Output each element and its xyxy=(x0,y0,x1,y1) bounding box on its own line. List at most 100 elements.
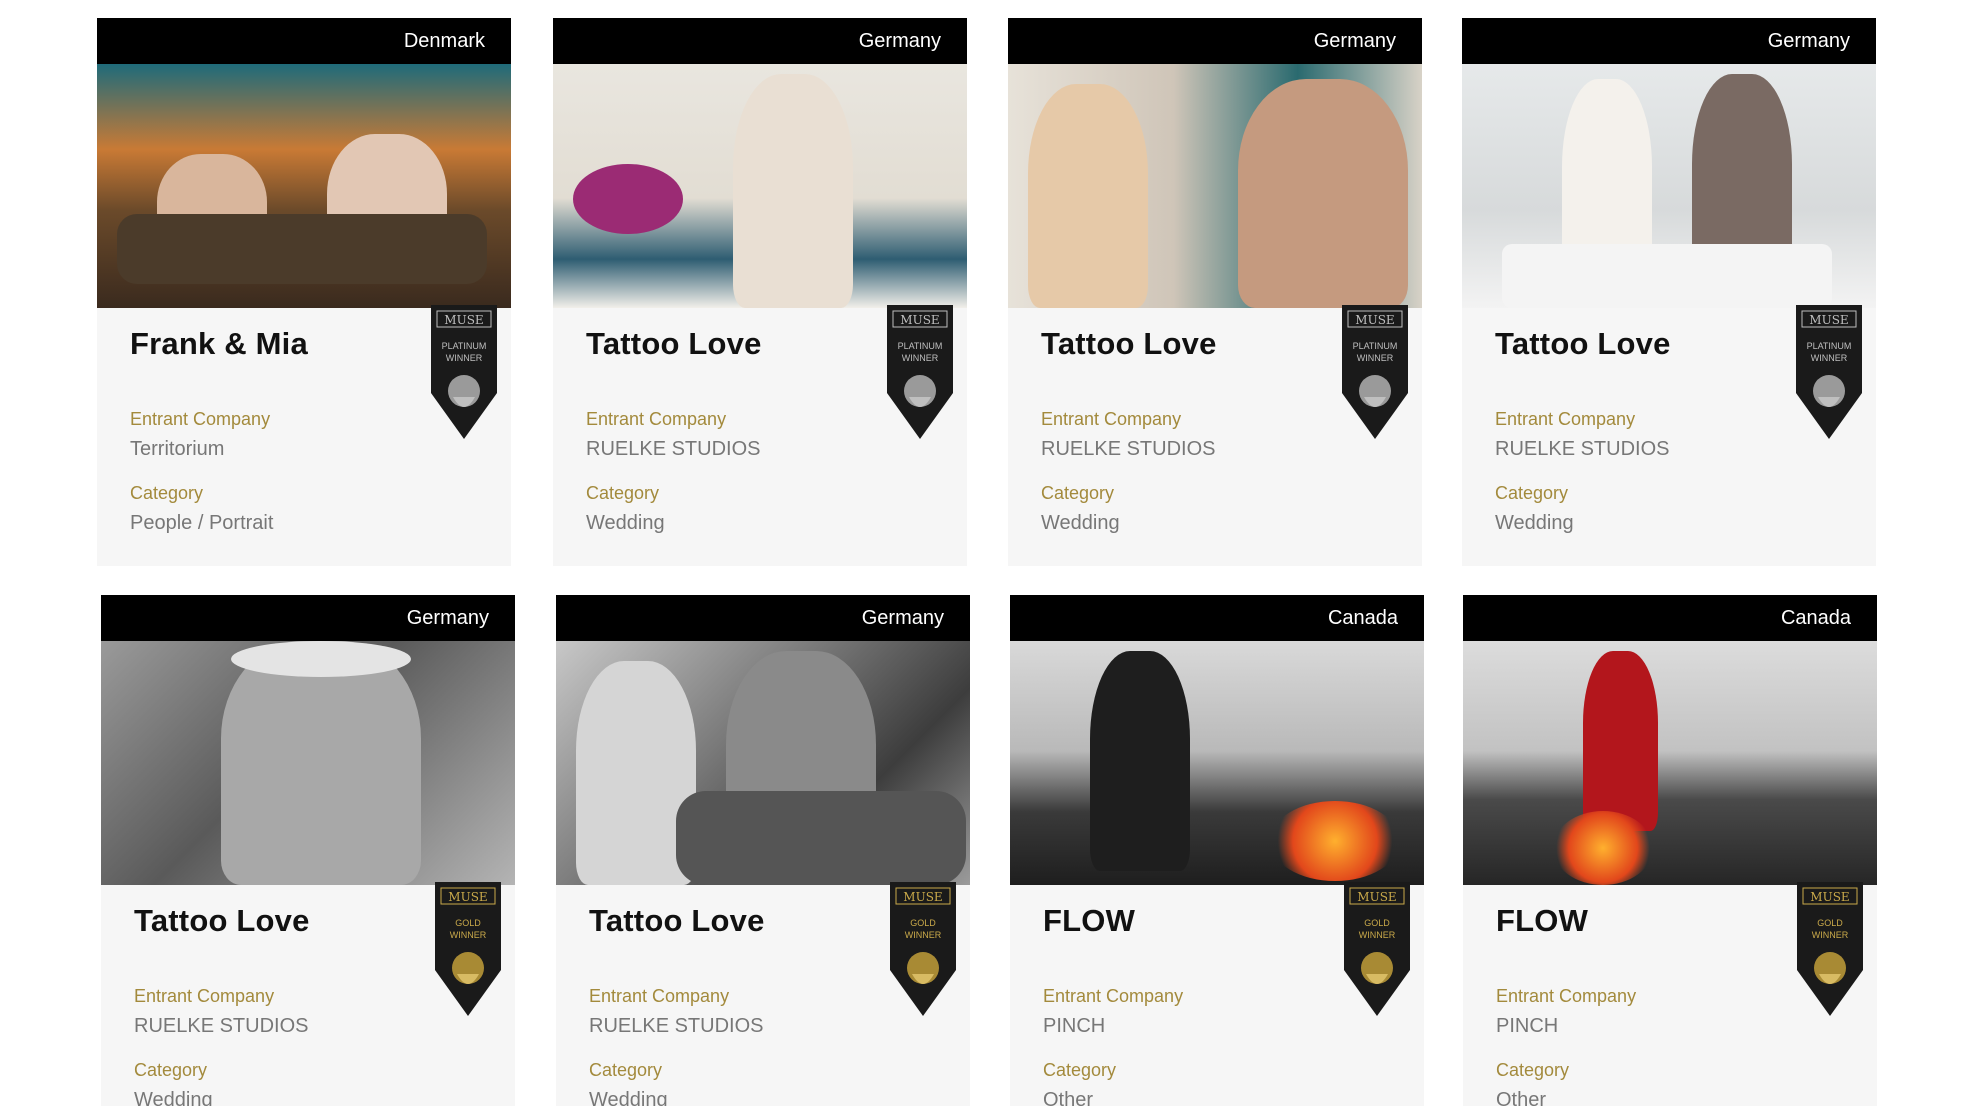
badge-line1: PLATINUM xyxy=(1807,341,1852,351)
country-label: Germany xyxy=(1767,29,1850,52)
badge-brand: MUSE xyxy=(448,890,487,904)
country-label: Germany xyxy=(1313,29,1396,52)
award-card[interactable]: Germany Tattoo Love Entrant Company RUEL… xyxy=(1462,18,1876,566)
category-value: Wedding xyxy=(586,512,665,534)
award-card[interactable]: Germany Tattoo Love Entrant Company RUEL… xyxy=(553,18,967,566)
badge-line2: WINNER xyxy=(1359,930,1396,940)
country-header: Denmark xyxy=(97,18,511,64)
photo-lava xyxy=(1553,811,1653,885)
photo-car xyxy=(676,791,966,885)
platinum-winner-badge-icon: MUSE PLATINUM WINNER xyxy=(1342,305,1408,439)
badge-line2: WINNER xyxy=(446,353,483,363)
category-label: Category xyxy=(134,1060,208,1080)
badge-line1: GOLD xyxy=(1364,918,1390,928)
platinum-winner-badge-icon: MUSE PLATINUM WINNER xyxy=(1796,305,1862,439)
badge-brand: MUSE xyxy=(444,313,483,327)
badge-line1: PLATINUM xyxy=(442,341,487,351)
award-card[interactable]: Germany Tattoo Love Entrant Company RUEL… xyxy=(556,595,970,1106)
category-value: Wedding xyxy=(589,1089,668,1106)
badge-line1: GOLD xyxy=(455,918,481,928)
card-body: FLOW Entrant Company PINCH Category Othe… xyxy=(1010,882,1424,1106)
category-label: Category xyxy=(1041,483,1115,503)
entry-photo[interactable] xyxy=(1463,641,1877,885)
photo-flowers xyxy=(573,164,683,234)
photo-figure xyxy=(1028,84,1148,308)
awards-grid: Denmark Frank & Mia Entrant Company Terr… xyxy=(0,0,1961,1106)
country-label: Germany xyxy=(858,29,941,52)
card-body: Tattoo Love Entrant Company RUELKE STUDI… xyxy=(101,882,515,1106)
badge-brand: MUSE xyxy=(903,890,942,904)
badge-line1: GOLD xyxy=(1817,918,1843,928)
category-value: Other ___ xyxy=(1043,1089,1132,1106)
photo-figure xyxy=(1238,79,1408,308)
card-body: Tattoo Love Entrant Company RUELKE STUDI… xyxy=(556,882,970,1106)
entry-photo[interactable] xyxy=(1010,641,1424,885)
country-header: Germany xyxy=(101,595,515,641)
badge-brand: MUSE xyxy=(1357,890,1396,904)
photo-figure xyxy=(1090,651,1190,871)
badge-line2: WINNER xyxy=(450,930,487,940)
country-label: Canada xyxy=(1327,606,1398,629)
country-header: Canada xyxy=(1463,595,1877,641)
badge-brand: MUSE xyxy=(1809,313,1848,327)
country-header: Germany xyxy=(1462,18,1876,64)
award-card[interactable]: Canada FLOW Entrant Company PINCH Catego… xyxy=(1010,595,1424,1106)
gold-winner-badge-icon: MUSE GOLD WINNER xyxy=(890,882,956,1016)
photo-figure xyxy=(1583,651,1658,831)
entry-photo[interactable] xyxy=(1008,64,1422,308)
category-label: Category xyxy=(586,483,660,503)
category-label: Category xyxy=(130,483,204,503)
gold-winner-badge-icon: MUSE GOLD WINNER xyxy=(1344,882,1410,1016)
country-label: Germany xyxy=(861,606,944,629)
card-body: Tattoo Love Entrant Company RUELKE STUDI… xyxy=(553,305,967,566)
badge-line1: GOLD xyxy=(910,918,936,928)
category-value: Wedding xyxy=(1041,512,1120,534)
category-label: Category xyxy=(1043,1060,1117,1080)
badge-line1: PLATINUM xyxy=(898,341,943,351)
badge-line2: WINNER xyxy=(1357,353,1394,363)
card-body: Tattoo Love Entrant Company RUELKE STUDI… xyxy=(1008,305,1422,566)
entry-photo[interactable] xyxy=(556,641,970,885)
badge-line2: WINNER xyxy=(1812,930,1849,940)
photo-lava xyxy=(1270,801,1400,881)
country-header: Canada xyxy=(1010,595,1424,641)
photo-figure xyxy=(221,641,421,885)
country-label: Germany xyxy=(406,606,489,629)
gold-winner-badge-icon: MUSE GOLD WINNER xyxy=(1797,882,1863,1016)
badge-line2: WINNER xyxy=(905,930,942,940)
card-body: Tattoo Love Entrant Company RUELKE STUDI… xyxy=(1462,305,1876,566)
country-header: Germany xyxy=(1008,18,1422,64)
badge-line2: WINNER xyxy=(902,353,939,363)
entry-photo[interactable] xyxy=(101,641,515,885)
country-label: Canada xyxy=(1780,606,1851,629)
award-card[interactable]: Germany Tattoo Love Entrant Company RUEL… xyxy=(1008,18,1422,566)
photo-flower-crown xyxy=(231,641,411,677)
country-header: Germany xyxy=(556,595,970,641)
entry-photo[interactable] xyxy=(97,64,511,308)
photo-bed xyxy=(1502,244,1832,308)
award-card[interactable]: Germany Tattoo Love Entrant Company RUEL… xyxy=(101,595,515,1106)
country-header: Germany xyxy=(553,18,967,64)
category-label: Category xyxy=(1496,1060,1570,1080)
badge-line1: PLATINUM xyxy=(1353,341,1398,351)
platinum-winner-badge-icon: MUSE PLATINUM WINNER xyxy=(431,305,497,439)
badge-brand: MUSE xyxy=(900,313,939,327)
badge-brand: MUSE xyxy=(1355,313,1394,327)
category-value: Wedding xyxy=(1495,512,1574,534)
category-label: Category xyxy=(589,1060,663,1080)
award-card[interactable]: Canada FLOW Entrant Company PINCH Catego… xyxy=(1463,595,1877,1106)
gold-winner-badge-icon: MUSE GOLD WINNER xyxy=(435,882,501,1016)
entry-photo[interactable] xyxy=(553,64,967,308)
award-card[interactable]: Denmark Frank & Mia Entrant Company Terr… xyxy=(97,18,511,566)
platinum-winner-badge-icon: MUSE PLATINUM WINNER xyxy=(887,305,953,439)
card-body: FLOW Entrant Company PINCH Category Othe… xyxy=(1463,882,1877,1106)
photo-sofa xyxy=(117,214,487,284)
badge-line2: WINNER xyxy=(1811,353,1848,363)
category-label: Category xyxy=(1495,483,1569,503)
country-label: Denmark xyxy=(403,29,485,52)
category-value: Wedding xyxy=(134,1089,213,1106)
category-value: People / Portrait xyxy=(130,512,274,534)
card-body: Frank & Mia Entrant Company Territorium … xyxy=(97,305,511,566)
entry-photo[interactable] xyxy=(1462,64,1876,308)
badge-brand: MUSE xyxy=(1810,890,1849,904)
